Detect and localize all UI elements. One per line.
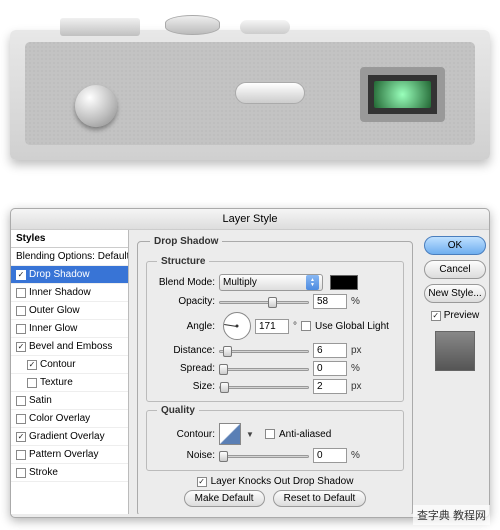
contour-label: Contour:: [153, 429, 215, 440]
checkbox-icon[interactable]: [16, 306, 26, 316]
chevron-down-icon[interactable]: ▼: [245, 430, 255, 439]
spread-slider[interactable]: [219, 362, 309, 376]
sidebar-item-inner-glow[interactable]: Inner Glow: [11, 320, 128, 338]
drop-shadow-group: Drop Shadow Structure Blend Mode: Multip…: [137, 236, 413, 514]
size-input[interactable]: [313, 379, 347, 394]
sidebar-item-contour[interactable]: ✓Contour: [11, 356, 128, 374]
sidebar-item-bevel-emboss[interactable]: ✓Bevel and Emboss: [11, 338, 128, 356]
chevron-updown-icon: ▲▼: [306, 275, 319, 290]
layer-knocks-out-checkbox[interactable]: ✓: [197, 477, 207, 487]
checkbox-icon[interactable]: [16, 288, 26, 298]
distance-label: Distance:: [153, 345, 215, 356]
sidebar-item-stroke[interactable]: Stroke: [11, 464, 128, 482]
checkbox-icon[interactable]: ✓: [16, 432, 26, 442]
spread-input[interactable]: [313, 361, 347, 376]
sidebar-item-drop-shadow[interactable]: ✓Drop Shadow: [11, 266, 128, 284]
ok-button[interactable]: OK: [424, 236, 486, 255]
size-label: Size:: [153, 381, 215, 392]
opacity-slider[interactable]: [219, 295, 309, 309]
make-default-button[interactable]: Make Default: [184, 490, 265, 507]
angle-input[interactable]: [255, 319, 289, 334]
checkbox-icon[interactable]: [27, 378, 37, 388]
section-title: Drop Shadow: [150, 236, 222, 247]
quality-group: Quality Contour: ▼ Anti-aliased Noise: %: [146, 405, 404, 471]
checkbox-icon[interactable]: ✓: [27, 360, 37, 370]
cancel-button[interactable]: Cancel: [424, 260, 486, 279]
sidebar-item-gradient-overlay[interactable]: ✓Gradient Overlay: [11, 428, 128, 446]
right-panel: OK Cancel New Style... ✓ Preview: [421, 230, 489, 514]
layer-knocks-out-label: Layer Knocks Out Drop Shadow: [211, 476, 354, 487]
sidebar-header[interactable]: Styles: [11, 230, 128, 248]
preview-checkbox[interactable]: ✓: [431, 311, 441, 321]
distance-slider[interactable]: [219, 344, 309, 358]
preview-swatch: [435, 331, 475, 371]
main-panel: Drop Shadow Structure Blend Mode: Multip…: [129, 230, 421, 514]
new-style-button[interactable]: New Style...: [424, 284, 486, 303]
checkbox-icon[interactable]: ✓: [16, 342, 26, 352]
structure-group: Structure Blend Mode: Multiply ▲▼ Opacit…: [146, 256, 404, 402]
sidebar-item-pattern-overlay[interactable]: Pattern Overlay: [11, 446, 128, 464]
camera-illustration: [10, 30, 490, 160]
blend-mode-label: Blend Mode:: [153, 277, 215, 288]
dialog-title: Layer Style: [11, 209, 489, 230]
use-global-light-label: Use Global Light: [315, 321, 389, 332]
noise-label: Noise:: [153, 450, 215, 461]
size-slider[interactable]: [219, 380, 309, 394]
anti-aliased-checkbox[interactable]: [265, 429, 275, 439]
angle-dial[interactable]: [223, 312, 251, 340]
styles-sidebar: Styles Blending Options: Default ✓Drop S…: [11, 230, 129, 514]
reset-default-button[interactable]: Reset to Default: [273, 490, 367, 507]
distance-input[interactable]: [313, 343, 347, 358]
checkbox-icon[interactable]: [16, 468, 26, 478]
checkbox-icon[interactable]: [16, 414, 26, 424]
use-global-light-checkbox[interactable]: [301, 321, 311, 331]
sidebar-blending-options[interactable]: Blending Options: Default: [11, 248, 128, 266]
checkbox-icon[interactable]: [16, 324, 26, 334]
layer-style-dialog: Layer Style Styles Blending Options: Def…: [10, 208, 490, 518]
opacity-input[interactable]: [313, 294, 347, 309]
sidebar-item-texture[interactable]: Texture: [11, 374, 128, 392]
checkbox-icon[interactable]: [16, 450, 26, 460]
anti-aliased-label: Anti-aliased: [279, 429, 331, 440]
contour-picker[interactable]: [219, 423, 241, 445]
opacity-label: Opacity:: [153, 296, 215, 307]
preview-label: Preview: [444, 310, 480, 321]
shadow-color-swatch[interactable]: [330, 275, 358, 290]
sidebar-item-satin[interactable]: Satin: [11, 392, 128, 410]
noise-input[interactable]: [313, 448, 347, 463]
sidebar-item-outer-glow[interactable]: Outer Glow: [11, 302, 128, 320]
spread-label: Spread:: [153, 363, 215, 374]
sidebar-item-color-overlay[interactable]: Color Overlay: [11, 410, 128, 428]
checkbox-icon[interactable]: ✓: [16, 270, 26, 280]
blend-mode-select[interactable]: Multiply ▲▼: [219, 274, 323, 291]
checkbox-icon[interactable]: [16, 396, 26, 406]
noise-slider[interactable]: [219, 449, 309, 463]
angle-label: Angle:: [153, 321, 215, 332]
watermark-bottom: 查字典 教程网: [413, 505, 490, 525]
sidebar-item-inner-shadow[interactable]: Inner Shadow: [11, 284, 128, 302]
